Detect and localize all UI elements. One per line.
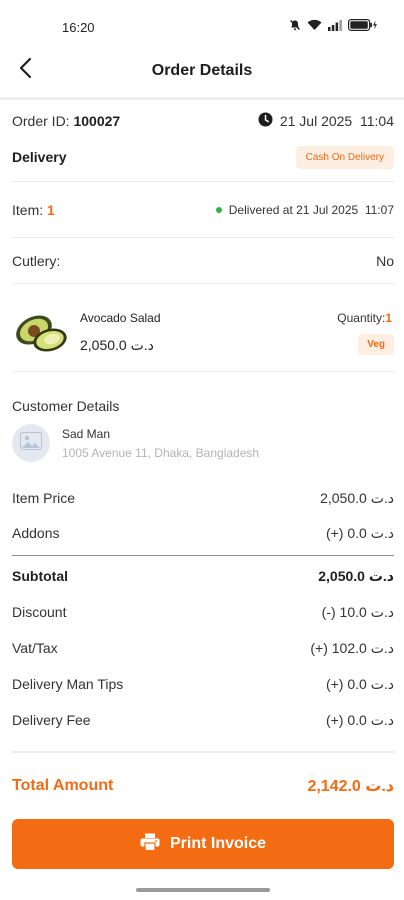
clock-icon xyxy=(258,112,273,130)
food-quantity: Quantity:1 xyxy=(337,311,392,325)
total-label: Total Amount xyxy=(12,777,114,794)
appbar-divider xyxy=(0,97,404,100)
item-row: Item: 1 Delivered at 21 Jul 2025 11:07 xyxy=(12,200,394,220)
mute-icon xyxy=(289,19,301,31)
subtotal-label: Subtotal xyxy=(12,568,68,584)
delivery-type-row: Delivery Cash On Delivery xyxy=(12,144,394,170)
divider xyxy=(12,181,394,182)
order-datetime-text: 21 Jul 2025 11:04 xyxy=(279,113,394,129)
addons-value: (+) 0.0 د.ت xyxy=(325,524,394,541)
delivered-status: Delivered at 21 Jul 2025 11:07 xyxy=(215,203,394,217)
vat-row: Vat/Tax (+) 102.0 د.ت xyxy=(12,638,394,658)
tips-value: (+) 0.0 د.ت xyxy=(325,675,394,692)
delivery-fee-value: (+) 0.0 د.ت xyxy=(325,711,394,728)
home-indicator[interactable] xyxy=(136,888,270,892)
avatar xyxy=(12,424,50,462)
page-title: Order Details xyxy=(151,62,253,79)
veg-badge-wrap: Veg xyxy=(358,334,394,355)
discount-label: Discount xyxy=(12,604,67,620)
cutlery-label: Cutlery: xyxy=(12,253,61,269)
veg-badge: Veg xyxy=(358,334,394,355)
status-time: 16:20 xyxy=(62,20,95,35)
item-price-value: 2,050.0 د.ت xyxy=(320,489,394,506)
print-invoice-button[interactable]: Print Invoice xyxy=(12,819,394,869)
divider xyxy=(12,237,394,238)
order-id-row: Order ID: 100027 21 Jul 2025 11:04 xyxy=(12,111,394,131)
printer-icon xyxy=(140,833,160,856)
customer-name: Sad Man xyxy=(62,427,111,441)
discount-row: Discount (-) 10.0 د.ت xyxy=(12,602,394,622)
print-invoice-label: Print Invoice xyxy=(169,835,267,852)
signal-icon xyxy=(328,19,342,31)
wifi-icon xyxy=(307,19,322,31)
cutlery-value: No xyxy=(376,253,394,269)
addons-label: Addons xyxy=(12,525,60,541)
total-value: 2,142.0 د.ت xyxy=(307,778,394,795)
item-count: Item: 1 xyxy=(12,202,55,218)
battery-icon xyxy=(348,19,378,31)
order-type: Delivery xyxy=(12,149,67,165)
status-bar: 16:20 xyxy=(0,0,404,48)
subtotal-row: Subtotal 2,050.0 د.ت xyxy=(12,566,394,586)
item-price-label: Item Price xyxy=(12,490,76,506)
vat-value: (+) 102.0 د.ت xyxy=(310,639,394,656)
tips-row: Delivery Man Tips (+) 0.0 د.ت xyxy=(12,674,394,694)
total-row: Total Amount 2,142.0 د.ت xyxy=(12,776,394,796)
divider xyxy=(12,371,394,372)
quantity-value: 1 xyxy=(385,311,392,325)
cutlery-row: Cutlery: No xyxy=(12,251,394,271)
order-id-value: 100027 xyxy=(73,113,121,129)
app-bar: Order Details xyxy=(0,48,404,96)
status-icons xyxy=(289,19,378,31)
item-count-value: 1 xyxy=(47,202,55,218)
tips-label: Delivery Man Tips xyxy=(12,676,124,692)
item-price-row: Item Price 2,050.0 د.ت xyxy=(12,488,394,508)
delivery-fee-label: Delivery Fee xyxy=(12,712,91,728)
food-name: Avocado Salad xyxy=(80,311,161,325)
payment-badge: Cash On Delivery xyxy=(295,145,394,169)
delivered-dot-icon xyxy=(215,207,222,213)
addons-row: Addons (+) 0.0 د.ت xyxy=(12,523,394,543)
order-id-label: Order ID: xyxy=(12,113,70,129)
quantity-label: Quantity: xyxy=(337,311,386,325)
delivered-text: Delivered at 21 Jul 2025 11:07 xyxy=(228,203,394,217)
customer-section-title: Customer Details xyxy=(12,398,120,414)
delivery-fee-row: Delivery Fee (+) 0.0 د.ت xyxy=(12,710,394,730)
vat-label: Vat/Tax xyxy=(12,640,58,656)
customer-address: 1005 Avenue 11, Dhaka, Bangladesh xyxy=(62,446,260,460)
divider xyxy=(12,751,394,753)
order-datetime: 21 Jul 2025 11:04 xyxy=(258,112,394,130)
image-placeholder-icon xyxy=(20,431,42,455)
food-price: 2,050.0 د.ت xyxy=(80,337,154,353)
item-label: Item: xyxy=(12,202,44,218)
food-image xyxy=(12,306,70,354)
discount-value: (-) 10.0 د.ت xyxy=(321,603,394,620)
divider xyxy=(12,283,394,284)
order-id: Order ID: 100027 xyxy=(12,113,120,129)
subtotal-value: 2,050.0 د.ت xyxy=(318,567,394,584)
summary-divider xyxy=(12,555,394,556)
